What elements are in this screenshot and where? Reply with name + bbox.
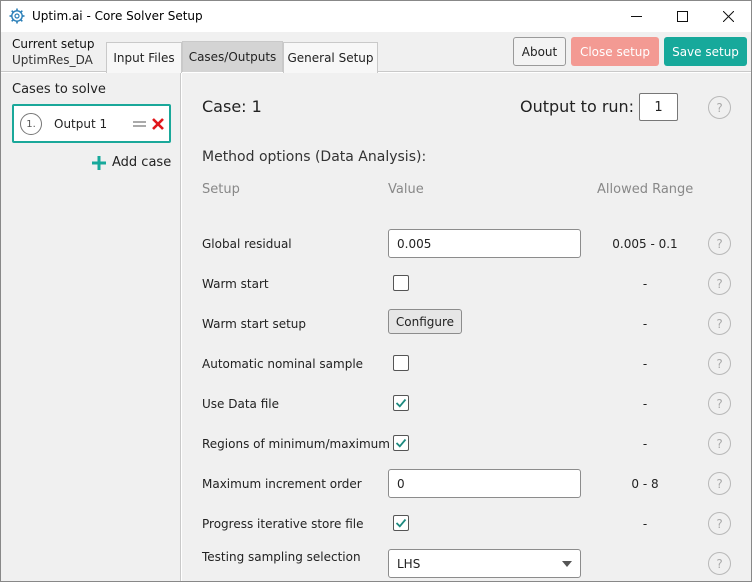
automatic-nominal-sample-checkbox[interactable]	[393, 355, 409, 371]
help-icon[interactable]: ?	[708, 352, 731, 375]
row-label: Testing sampling selection	[202, 550, 361, 564]
row-label: Global residual	[202, 237, 292, 251]
help-icon[interactable]: ?	[708, 472, 731, 495]
row-label: Use Data file	[202, 397, 279, 411]
select-value: LHS	[397, 556, 421, 571]
allowed-range: -	[642, 317, 648, 331]
maximum-increment-order-input[interactable]: 0	[388, 469, 581, 498]
app-window: Uptim.ai - Core Solver Setup Current set…	[0, 0, 752, 582]
row-label: Progress iterative store file	[202, 517, 364, 531]
gear-icon	[9, 8, 25, 24]
window-close-button[interactable]	[705, 1, 751, 32]
help-icon[interactable]: ?	[708, 512, 731, 535]
check-icon	[395, 438, 407, 448]
allowed-range: -	[642, 277, 648, 291]
cases-title: Cases to solve	[12, 82, 106, 97]
row-label: Warm start	[202, 277, 269, 291]
case-label: Output 1	[54, 117, 108, 131]
tab-general-setup[interactable]: General Setup	[283, 42, 378, 73]
case-item[interactable]: 1. Output 1	[12, 104, 171, 143]
allowed-range: -	[642, 437, 648, 451]
help-icon[interactable]: ?	[708, 432, 731, 455]
minimize-button[interactable]	[613, 1, 659, 32]
title-bar: Uptim.ai - Core Solver Setup	[1, 1, 751, 32]
help-icon[interactable]: ?	[708, 552, 731, 575]
plus-icon	[92, 155, 106, 170]
section-title: Method options (Data Analysis):	[202, 149, 427, 165]
global-residual-input[interactable]: 0.005	[388, 229, 581, 258]
window-title: Uptim.ai - Core Solver Setup	[32, 9, 203, 23]
configure-button[interactable]: Configure	[388, 309, 462, 334]
testing-sampling-select[interactable]: LHS	[388, 549, 581, 578]
help-icon[interactable]: ?	[708, 312, 731, 335]
main-panel: Case: 1 Output to run: 1 ? Method option…	[182, 73, 751, 581]
tab-cases-outputs[interactable]: Cases/Outputs	[182, 41, 283, 72]
delete-icon[interactable]	[152, 118, 164, 130]
current-setup-name: UptimRes_DA	[12, 53, 93, 67]
case-title: Case: 1	[202, 97, 262, 116]
column-header-range: Allowed Range	[597, 182, 694, 197]
row-label: Warm start setup	[202, 317, 307, 331]
sidebar: Cases to solve 1. Output 1 Add case	[1, 73, 181, 581]
allowed-range: -	[642, 397, 648, 411]
column-header-setup: Setup	[202, 182, 240, 197]
check-icon	[395, 398, 407, 408]
column-header-value: Value	[388, 182, 424, 197]
drag-handle-icon[interactable]	[133, 120, 146, 128]
case-number-badge: 1.	[20, 113, 42, 135]
help-icon[interactable]: ?	[708, 96, 731, 119]
top-toolbar: Current setup UptimRes_DA Input Files Ca…	[1, 32, 751, 73]
row-label: Automatic nominal sample	[202, 357, 364, 371]
check-icon	[395, 518, 407, 528]
add-case-label: Add case	[112, 155, 172, 170]
about-button[interactable]: About	[513, 37, 566, 66]
output-to-run-label: Output to run:	[520, 97, 635, 116]
save-setup-button[interactable]: Save setup	[664, 37, 747, 66]
allowed-range: -	[642, 517, 648, 531]
row-label: Regions of minimum/maximum	[202, 437, 390, 451]
output-to-run-input[interactable]: 1	[639, 93, 678, 121]
help-icon[interactable]: ?	[708, 232, 731, 255]
allowed-range: 0 - 8	[631, 477, 659, 491]
help-icon[interactable]: ?	[708, 392, 731, 415]
add-case-button[interactable]: Add case	[92, 155, 171, 170]
regions-min-max-checkbox[interactable]	[393, 435, 409, 451]
progress-iterative-store-checkbox[interactable]	[393, 515, 409, 531]
current-setup-label: Current setup	[12, 37, 95, 51]
tab-input-files[interactable]: Input Files	[106, 42, 182, 73]
close-setup-button[interactable]: Close setup	[571, 37, 659, 66]
use-data-file-checkbox[interactable]	[393, 395, 409, 411]
minimize-icon	[630, 16, 642, 17]
close-icon	[722, 11, 734, 22]
help-icon[interactable]: ?	[708, 272, 731, 295]
warm-start-checkbox[interactable]	[393, 275, 409, 291]
row-label: Maximum increment order	[202, 477, 362, 491]
maximize-icon	[676, 11, 688, 22]
maximize-button[interactable]	[659, 1, 705, 32]
allowed-range: 0.005 - 0.1	[612, 237, 678, 251]
allowed-range: -	[642, 357, 648, 371]
chevron-down-icon	[562, 561, 572, 567]
